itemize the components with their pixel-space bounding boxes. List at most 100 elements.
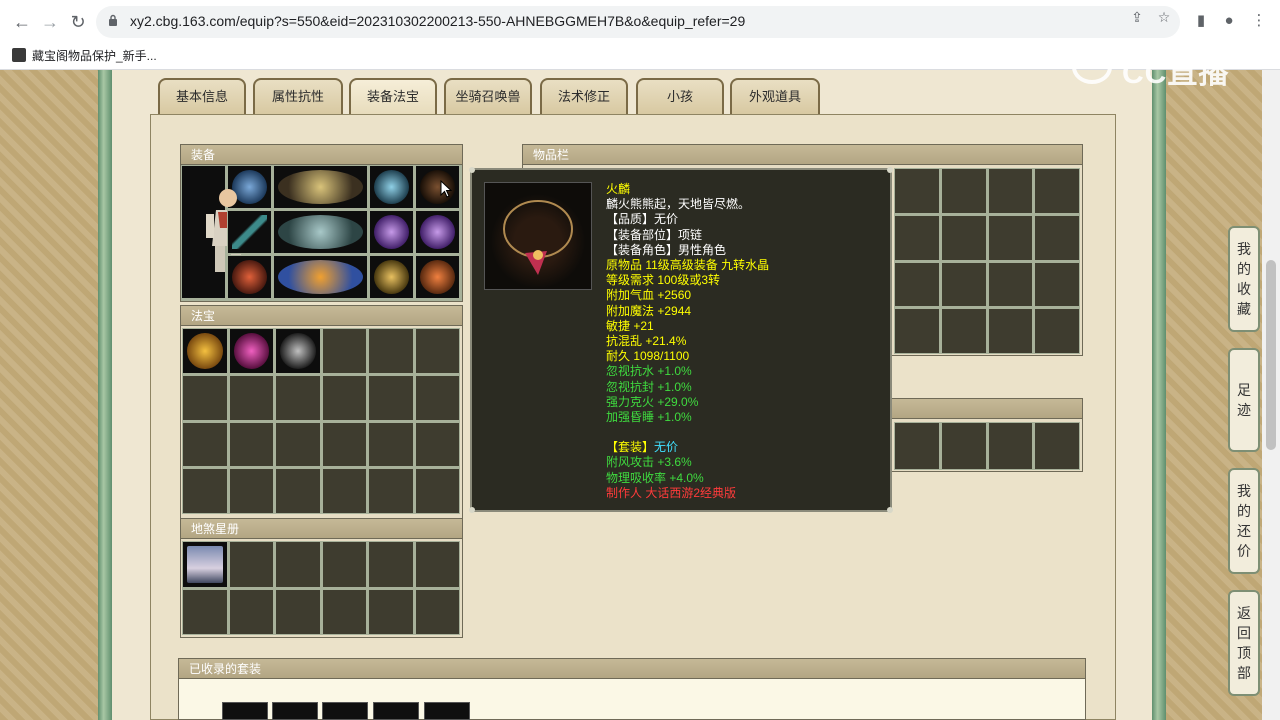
- equip-slot[interactable]: [369, 165, 414, 209]
- set-thumbnail[interactable]: [424, 702, 470, 720]
- treasure-slot[interactable]: [182, 468, 228, 514]
- star-book-slot[interactable]: [321, 541, 367, 588]
- star-book-slot[interactable]: [228, 541, 274, 588]
- secondary-slot[interactable]: [894, 422, 940, 470]
- equip-slot[interactable]: [369, 210, 414, 254]
- star-book-slot[interactable]: [368, 541, 414, 588]
- equip-slot[interactable]: [273, 255, 368, 299]
- star-book-slot[interactable]: [368, 588, 414, 635]
- my-favorites-button[interactable]: 我 的 收 藏: [1228, 226, 1260, 332]
- treasure-slot[interactable]: [414, 328, 460, 374]
- treasure-slot[interactable]: [368, 374, 414, 421]
- treasure-slot[interactable]: [228, 421, 274, 468]
- equip-slot[interactable]: [415, 165, 460, 209]
- star-book-slot[interactable]: [228, 588, 274, 635]
- treasure-slot[interactable]: [321, 328, 367, 374]
- inventory-slot[interactable]: [894, 261, 940, 308]
- inventory-slot[interactable]: [987, 168, 1034, 214]
- tab-mount-summon[interactable]: 坐骑召唤兽: [444, 78, 532, 114]
- star-book-slot[interactable]: [414, 588, 460, 635]
- star-icon[interactable]: ☆: [1155, 8, 1173, 26]
- tab-basic-info[interactable]: 基本信息: [158, 78, 246, 114]
- url-text[interactable]: xy2.cbg.163.com/equip?s=550&eid=20231030…: [130, 13, 745, 29]
- star-book-slot[interactable]: [275, 541, 321, 588]
- treasure-slot[interactable]: [275, 374, 321, 421]
- star-book-slot[interactable]: [275, 588, 321, 635]
- star-book-slot[interactable]: [182, 588, 228, 635]
- secondary-slot[interactable]: [1034, 422, 1080, 470]
- inventory-slot[interactable]: [987, 214, 1034, 261]
- star-book-slot[interactable]: [182, 541, 228, 588]
- treasure-slot[interactable]: [275, 468, 321, 514]
- treasure-slot[interactable]: [182, 421, 228, 468]
- inventory-slot[interactable]: [940, 168, 987, 214]
- equip-slot[interactable]: [369, 255, 414, 299]
- scrollbar-thumb[interactable]: [1266, 260, 1276, 450]
- treasure-slot[interactable]: [228, 328, 274, 374]
- equip-slot[interactable]: [273, 165, 368, 209]
- tab-appearance[interactable]: 外观道具: [730, 78, 820, 114]
- equip-slot[interactable]: [415, 255, 460, 299]
- treasure-slot[interactable]: [368, 328, 414, 374]
- treasure-slot[interactable]: [368, 421, 414, 468]
- bookmark-item[interactable]: 藏宝阁物品保护_新手...: [12, 45, 157, 65]
- inventory-slot[interactable]: [1034, 261, 1080, 308]
- equip-slot[interactable]: [227, 210, 272, 254]
- share-icon[interactable]: ⇪: [1128, 8, 1146, 26]
- set-thumbnail[interactable]: [272, 702, 318, 720]
- back-icon[interactable]: ←: [10, 10, 34, 34]
- treasure-slot[interactable]: [368, 468, 414, 514]
- item-hp: 附加气血 +2560: [606, 288, 692, 303]
- star-book-section-title: 地煞星册: [181, 519, 462, 539]
- tab-attributes[interactable]: 属性抗性: [253, 78, 343, 114]
- reload-icon[interactable]: ↻: [66, 10, 90, 34]
- equip-slot[interactable]: [273, 210, 368, 254]
- treasure-slot[interactable]: [182, 328, 228, 374]
- forward-icon[interactable]: →: [38, 10, 62, 34]
- page-scrollbar[interactable]: [1262, 70, 1280, 720]
- inventory-slot[interactable]: [940, 308, 987, 354]
- set-thumbnail[interactable]: [322, 702, 368, 720]
- treasure-slot[interactable]: [228, 468, 274, 514]
- star-book-slot[interactable]: [321, 588, 367, 635]
- address-bar[interactable]: xy2.cbg.163.com/equip?s=550&eid=20231030…: [96, 6, 1180, 38]
- treasure-slot[interactable]: [414, 421, 460, 468]
- treasure-slot[interactable]: [228, 374, 274, 421]
- treasure-slot[interactable]: [182, 374, 228, 421]
- profile-icon[interactable]: ●: [1218, 10, 1240, 32]
- secondary-slot[interactable]: [940, 422, 987, 470]
- treasure-slot[interactable]: [321, 421, 367, 468]
- my-bargain-button[interactable]: 我 的 还 价: [1228, 468, 1260, 574]
- treasure-slot[interactable]: [414, 374, 460, 421]
- equip-slot[interactable]: [415, 210, 460, 254]
- treasure-slot[interactable]: [321, 468, 367, 514]
- inventory-slot[interactable]: [894, 214, 940, 261]
- inventory-section-title: 物品栏: [523, 145, 1082, 165]
- treasure-slot[interactable]: [275, 328, 321, 374]
- side-panel-icon[interactable]: ▮: [1190, 10, 1212, 32]
- inventory-slot[interactable]: [987, 261, 1034, 308]
- inventory-slot[interactable]: [940, 261, 987, 308]
- tab-equipment-treasure[interactable]: 装备法宝: [349, 78, 437, 114]
- inventory-slot[interactable]: [987, 308, 1034, 354]
- treasure-slot[interactable]: [414, 468, 460, 514]
- back-to-top-button[interactable]: 返 回 顶 部: [1228, 590, 1260, 696]
- treasure-slot[interactable]: [321, 374, 367, 421]
- tab-child[interactable]: 小孩: [636, 78, 724, 114]
- float-char: 的: [1237, 503, 1251, 519]
- treasure-slot[interactable]: [275, 421, 321, 468]
- inventory-slot[interactable]: [1034, 214, 1080, 261]
- secondary-slot[interactable]: [987, 422, 1034, 470]
- inventory-slot[interactable]: [894, 308, 940, 354]
- star-book-slot[interactable]: [414, 541, 460, 588]
- inventory-slot[interactable]: [1034, 308, 1080, 354]
- inventory-slot[interactable]: [940, 214, 987, 261]
- footprints-button[interactable]: 足 迹: [1228, 348, 1260, 452]
- inventory-slot[interactable]: [1034, 168, 1080, 214]
- tab-spell-correction[interactable]: 法术修正: [540, 78, 628, 114]
- equip-slot[interactable]: [227, 255, 272, 299]
- set-thumbnail[interactable]: [222, 702, 268, 720]
- menu-icon[interactable]: ⋮: [1248, 10, 1270, 32]
- set-thumbnail[interactable]: [373, 702, 419, 720]
- inventory-slot[interactable]: [894, 168, 940, 214]
